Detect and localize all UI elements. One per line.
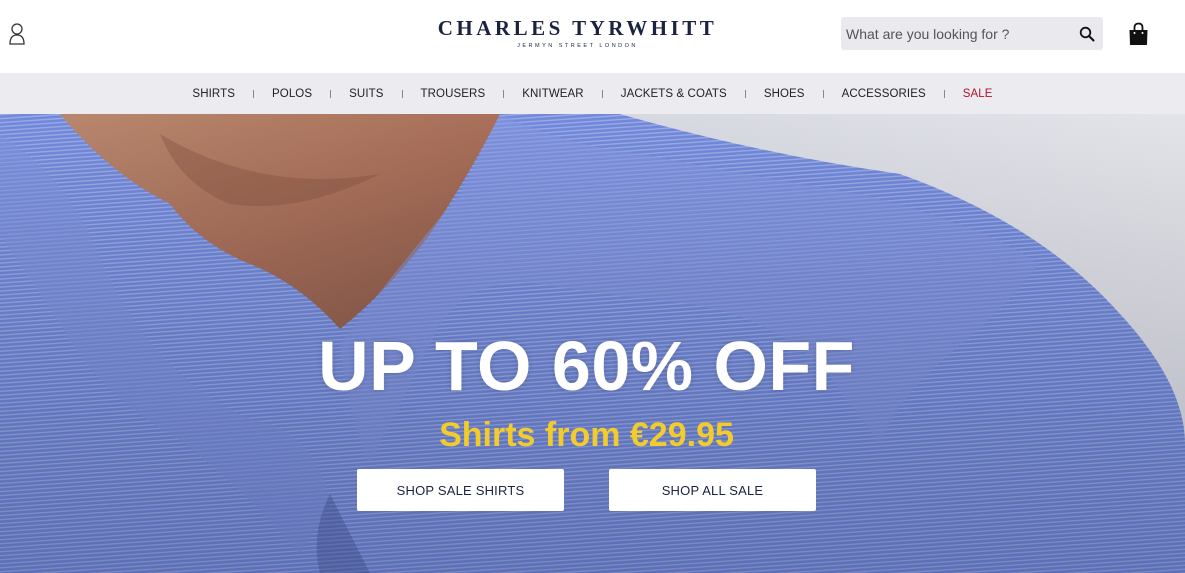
nav-item-accessories[interactable]: ACCESSORIES bbox=[842, 88, 926, 100]
search-bar bbox=[841, 17, 1103, 50]
hero-banner[interactable]: UP TO 60% OFF Shirts from €29.95 SHOP SA… bbox=[0, 114, 1185, 573]
category-nav: SHIRTS POLOS SUITS TROUSERS KNITWEAR JAC… bbox=[0, 73, 1185, 114]
search-icon[interactable] bbox=[1079, 26, 1095, 42]
nav-item-jackets-coats[interactable]: JACKETS & COATS bbox=[621, 88, 727, 100]
nav-item-shoes[interactable]: SHOES bbox=[764, 88, 805, 100]
nav-item-polos[interactable]: POLOS bbox=[272, 88, 312, 100]
nav-item-sale[interactable]: SALE bbox=[963, 88, 993, 100]
account-icon[interactable] bbox=[8, 22, 26, 46]
nav-item-suits[interactable]: SUITS bbox=[349, 88, 383, 100]
hero-title: UP TO 60% OFF bbox=[318, 327, 855, 405]
hero-subtitle: Shirts from €29.95 bbox=[439, 416, 734, 454]
nav-item-knitwear[interactable]: KNITWEAR bbox=[522, 88, 584, 100]
nav-separator bbox=[503, 89, 505, 98]
shop-all-sale-button[interactable]: SHOP ALL SALE bbox=[609, 469, 816, 511]
shop-sale-shirts-button[interactable]: SHOP SALE SHIRTS bbox=[357, 469, 564, 511]
brand-logo[interactable]: CHARLES TYRWHITT JERMYN STREET LONDON bbox=[430, 16, 725, 50]
nav-separator bbox=[744, 89, 746, 98]
nav-separator bbox=[330, 89, 332, 98]
nav-separator bbox=[822, 89, 824, 98]
nav-item-shirts[interactable]: SHIRTS bbox=[192, 88, 235, 100]
shopping-bag-icon[interactable] bbox=[1128, 22, 1149, 46]
site-header: CHARLES TYRWHITT JERMYN STREET LONDON bbox=[0, 0, 1185, 73]
nav-separator bbox=[401, 89, 403, 98]
category-nav-list: SHIRTS POLOS SUITS TROUSERS KNITWEAR JAC… bbox=[0, 73, 1185, 114]
nav-item-trousers[interactable]: TROUSERS bbox=[421, 88, 486, 100]
nav-separator bbox=[943, 89, 945, 98]
logo-tagline: JERMYN STREET LONDON bbox=[517, 43, 638, 49]
nav-separator bbox=[253, 89, 254, 98]
nav-separator bbox=[601, 89, 603, 98]
search-input[interactable] bbox=[841, 17, 1071, 50]
logo-wordmark: CHARLES TYRWHITT bbox=[437, 16, 718, 40]
